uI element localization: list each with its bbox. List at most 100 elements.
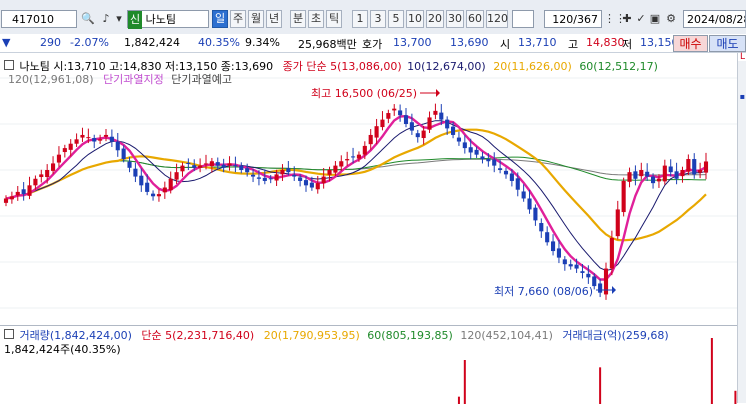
candle-body [533,207,538,221]
candle-body [351,156,356,158]
candle-body [551,241,556,252]
price-chart[interactable]: 나노팀 시:13,710 고:14,830 저:13,150 종:13,690 … [0,53,737,323]
candle-body [333,165,338,173]
scroll-marker-icon[interactable]: ▪ [738,93,746,101]
candle-body [639,170,644,177]
candle-body [386,113,391,119]
interval-1-button[interactable]: 1 [352,10,368,28]
stock-code-input[interactable]: 417010 [1,10,77,28]
period-day-button[interactable]: 일 [212,10,228,28]
candle-body [309,182,314,188]
interval-3-button[interactable]: 3 [370,10,386,28]
period-minute-button[interactable]: 분 [290,10,306,28]
candle-body [109,136,114,142]
high-marker-arrow [436,89,440,97]
legend-checkbox[interactable] [4,60,14,70]
volume-chart[interactable]: 거래량(1,842,424,00) 단순 5(2,231,716,40) 20(… [0,325,737,404]
check-icon[interactable]: ✓ [634,10,648,28]
candle-body [156,194,161,197]
candle-body [462,142,467,149]
candle-body [15,191,20,196]
grid-icon[interactable]: ⋮⋮ [604,10,626,28]
candle-body [298,177,303,181]
signal-warning-label: 단기과열예고 [171,73,233,86]
candle-body [215,162,220,166]
period-year-button[interactable]: 년 [266,10,282,28]
period-week-button[interactable]: 주 [230,10,246,28]
candle-body [521,191,526,199]
ma60-line [5,156,706,199]
interval-20-button[interactable]: 20 [426,10,444,28]
interval-30-button[interactable]: 30 [446,10,464,28]
volume-value: 1,842,424 [124,36,180,49]
sell-button[interactable]: 매도 [709,35,746,52]
candle-body [509,173,514,181]
ma120-label: 120(12,961,08) [8,73,94,86]
candle-body [356,154,361,159]
candle-body [498,168,503,170]
bid-price: 13,690 [450,36,489,49]
candle-body [92,138,97,142]
candle-body [692,159,697,175]
period-month-button[interactable]: 월 [248,10,264,28]
volume-ma20: 20(1,790,953,95) [263,329,360,342]
candle-body [203,163,209,165]
stock-name: 나노팀 [145,13,176,26]
candle-body [168,178,173,191]
trading-amount-label: 거래대금(억)(259,68) [562,329,669,342]
ma10-label: 10(12,674,00) [407,60,486,73]
candle-body [86,137,91,139]
volume-legend-checkbox[interactable] [4,329,14,339]
search-icon[interactable]: 🔍 [80,10,96,28]
crosshair-icon[interactable]: ✚ [620,10,634,28]
candle-body [280,170,285,175]
trading-amount: 25,968백만 [298,38,357,51]
save-icon[interactable]: ▣ [648,10,662,28]
candlesticks [3,103,709,300]
volume-bars [457,338,737,404]
candle-body [698,170,703,173]
candle-body [556,248,561,258]
candle-body [433,110,438,115]
interval-10-button[interactable]: 10 [406,10,424,28]
candle-body [39,174,44,178]
quote-bar: ▼ 290 -2.07% 1,842,424 40.35% 9.34% 25,9… [0,34,746,53]
candle-body [198,165,203,168]
candle-body [368,134,373,145]
candle-body [703,161,709,173]
candle-body [339,161,344,167]
candle-body [51,163,56,171]
candle-body [427,117,432,130]
gear-icon[interactable]: ⚙ [664,10,678,28]
scroll-up-icon[interactable]: L [738,53,746,62]
interval-60-button[interactable]: 60 [466,10,484,28]
candle-body [474,149,479,155]
buy-button[interactable]: 매수 [673,35,708,52]
candle-body [574,264,579,269]
period-second-button[interactable]: 초 [308,10,324,28]
dropdown-arrow-icon[interactable]: ▾ [114,10,124,28]
speaker-icon[interactable]: ♪ [98,10,114,28]
high-price: 14,830 [586,36,625,49]
candle-body [480,156,485,160]
high-annotation: 최고 16,500 (06/25) [311,87,418,100]
date-input[interactable]: 2024/08/28 [683,10,746,28]
candle-body [33,178,38,186]
candle-body [374,126,379,138]
interval-120-button[interactable]: 120 [486,10,508,28]
volume-ratio: 40.35% [198,36,240,49]
ma10-line [5,120,707,272]
interval-5-button[interactable]: 5 [388,10,404,28]
candle-body [221,164,226,168]
candle-body [162,187,167,193]
vertical-scrollbar[interactable]: L ▪ [737,53,746,403]
custom-interval-input[interactable] [512,10,534,28]
ma-close-label: 종가 단순 5(13,086,00) [282,60,402,73]
data-count-input[interactable]: 120/367 [544,10,602,28]
candle-body [562,259,567,265]
period-tick-button[interactable]: 틱 [326,10,342,28]
candle-body [656,178,661,182]
candle-body [415,133,420,138]
stock-name-field[interactable]: 신 나노팀 [127,10,209,29]
candle-body [174,172,179,180]
